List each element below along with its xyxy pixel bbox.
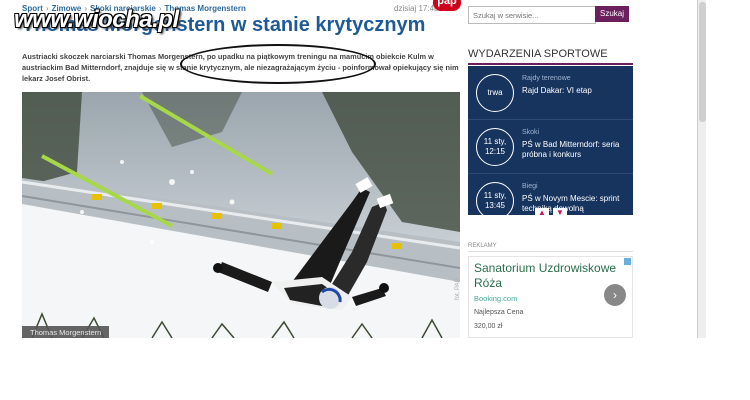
event-category: Skoki [522,129,540,136]
photo-credit-vertical: fot. PAP [455,278,461,300]
event-time-circle: 11 sty, 13:45 [476,182,514,215]
photo-caption: Thomas Morgenstern [22,326,110,338]
event-category: Rajdy terenowe [522,75,571,82]
article-page: Sport › Zimowe › Skoki narciarskie › Thomas Mo… [0,0,706,338]
ads-label: REKLAMY [468,243,497,249]
scrollbar-thumb[interactable] [699,2,706,122]
events-list: trwa Rajdy terenowe Rajd Dakar: VI etap … [468,66,633,215]
pap-logo: pap [433,0,461,11]
ad-price: 320,00 zł [474,323,503,330]
event-category: Biegi [522,183,538,190]
ski-crash-illustration [22,92,460,338]
page-scrollbar[interactable] [697,0,706,338]
ad-banner[interactable]: Sanatorium Uzdrowiskowe Róża Booking.com… [468,256,633,338]
ad-url: Booking.com [474,294,518,303]
article-photo[interactable] [22,92,460,338]
search-button[interactable]: Szukaj [595,6,629,22]
event-item[interactable]: 11 sty, 12:15 Skoki PŚ w Bad Mitterndorf… [468,120,633,174]
chevron-right-icon[interactable]: › [604,284,626,306]
event-time-circle: 11 sty, 12:15 [476,128,514,166]
chevron-down-icon[interactable]: ▼ [553,208,567,218]
search-input[interactable] [468,6,596,24]
article-date: dzisiaj 17:48 [394,4,439,13]
event-time-circle: trwa [476,74,514,112]
events-scroll-controls: ▲ ▼ [535,208,569,218]
event-item[interactable]: trwa Rajdy terenowe Rajd Dakar: VI etap [468,66,633,120]
events-section-title: WYDARZENIA SPORTOWE [468,48,633,65]
event-name[interactable]: Rajd Dakar: VI etap [522,86,627,96]
ad-price-label: Najlepsza Cena [474,309,524,316]
watermark: www.wiocha.pl [14,6,179,33]
event-name[interactable]: PŚ w Bad Mitterndorf: seria próbna i kon… [522,140,627,160]
ads-divider [468,251,633,252]
hand-drawn-ellipse [180,44,376,84]
chevron-up-icon[interactable]: ▲ [535,208,549,218]
